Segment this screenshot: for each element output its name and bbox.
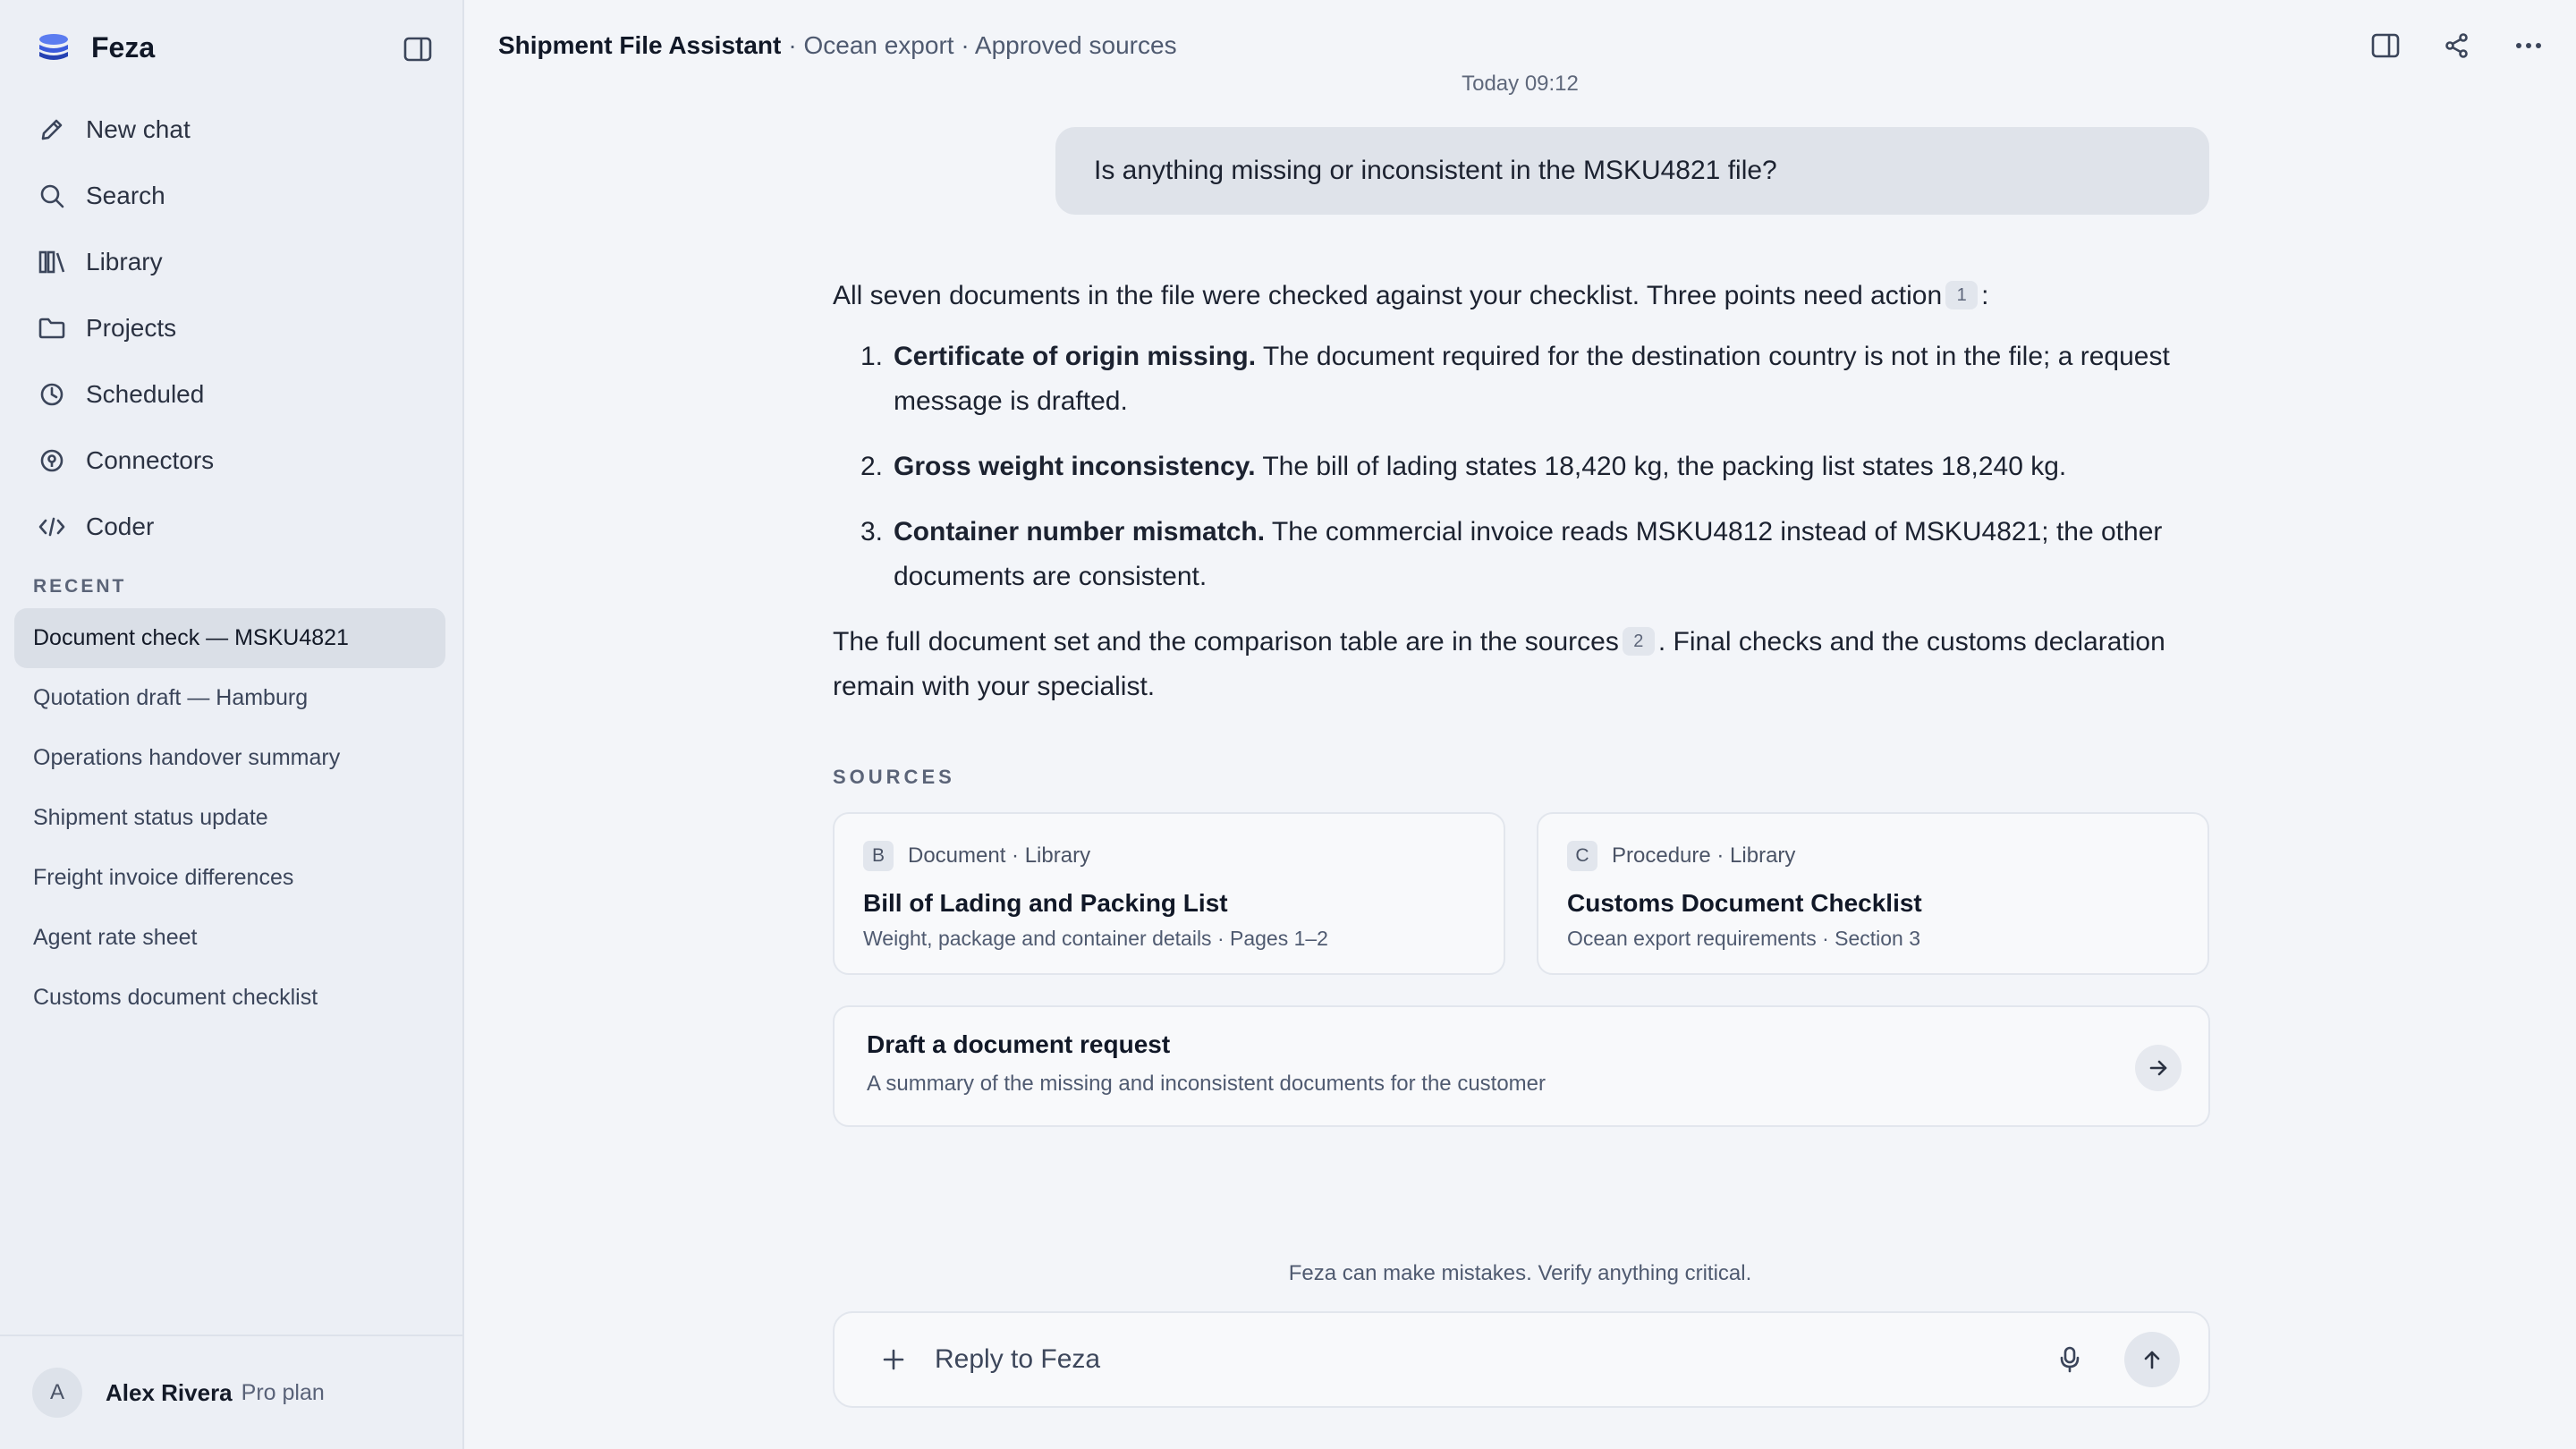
source-meta: B Document · Library (863, 841, 1475, 871)
citation-badge[interactable]: 2 (1622, 627, 1655, 656)
issue-title: Container number mismatch. (894, 517, 1266, 547)
list-number: 1. (860, 342, 883, 371)
message-timestamp: Today 09:12 (1462, 72, 1579, 96)
user-message: Is anything missing or inconsistent in t… (1055, 127, 2209, 215)
source-description: Weight, package and container details · … (863, 927, 1328, 950)
message-composer (833, 1311, 2210, 1408)
connector-icon (36, 445, 68, 477)
recent-item[interactable]: Document check — MSKU4821 (14, 608, 445, 668)
source-title: Bill of Lading and Packing List (863, 889, 1228, 917)
send-arrow-icon[interactable] (2124, 1332, 2180, 1387)
issues-list: 1. Certificate of origin missing. The do… (833, 335, 2210, 599)
microphone-icon[interactable] (2049, 1339, 2090, 1380)
answer-outro-text: The full document set and the comparison… (833, 627, 1619, 657)
source-card[interactable]: B Document · Library Bill of Lading and … (833, 812, 1505, 975)
nav-scheduled[interactable]: Scheduled (36, 361, 438, 428)
recent-item[interactable]: Agent rate sheet (14, 908, 445, 968)
folder-icon (36, 312, 68, 344)
pencil-icon (36, 114, 68, 146)
answer-intro-end: : (1981, 281, 1989, 310)
source-card[interactable]: C Procedure · Library Customs Document C… (1537, 812, 2209, 975)
recent-list: Document check — MSKU4821 Quotation draf… (14, 608, 445, 1028)
avatar: A (32, 1368, 82, 1418)
assistant-title: Shipment File Assistant (498, 31, 782, 59)
main-nav: New chat Search Library Projects Schedul… (36, 97, 438, 560)
brand-row: Feza (36, 27, 438, 68)
nav-library[interactable]: Library (36, 229, 438, 295)
list-item: 2. Gross weight inconsistency. The bill … (833, 445, 2210, 489)
search-icon (36, 180, 68, 212)
answer-intro: All seven documents in the file were che… (833, 274, 2210, 318)
arrow-right-icon[interactable] (2135, 1045, 2182, 1091)
chat-header: Shipment File Assistant · Ocean export ·… (498, 25, 1177, 66)
recent-item[interactable]: Freight invoice differences (14, 848, 445, 908)
recent-item[interactable]: Shipment status update (14, 788, 445, 848)
issue-title: Certificate of origin missing. (894, 342, 1257, 371)
code-icon (36, 511, 68, 543)
source-badge: B (863, 841, 894, 871)
citation-badge[interactable]: 1 (1945, 281, 1979, 309)
draft-request-card[interactable]: Draft a document request A summary of th… (833, 1005, 2210, 1127)
nav-connectors[interactable]: Connectors (36, 428, 438, 494)
nav-projects[interactable]: Projects (36, 295, 438, 361)
feza-logo-icon (36, 30, 72, 65)
assistant-subtitle: · Ocean export · Approved sources (788, 31, 1177, 59)
panel-toggle-icon[interactable] (2365, 25, 2406, 66)
issue-text: The bill of lading states 18,420 kg, the… (1255, 452, 2067, 481)
clock-icon (36, 378, 68, 411)
reply-input[interactable] (935, 1344, 2049, 1375)
brand-name: Feza (91, 30, 156, 64)
header-actions (2365, 25, 2549, 66)
nav-label: Coder (86, 513, 155, 540)
nav-new-chat[interactable]: New chat (36, 97, 438, 163)
source-title: Customs Document Checklist (1567, 889, 1922, 917)
assistant-answer: All seven documents in the file were che… (833, 274, 2210, 709)
more-options-icon[interactable] (2508, 25, 2549, 66)
nav-label: Connectors (86, 446, 215, 474)
nav-search[interactable]: Search (36, 163, 438, 229)
list-number: 2. (860, 452, 883, 481)
answer-outro: The full document set and the comparison… (833, 620, 2210, 709)
source-description: Ocean export requirements · Section 3 (1567, 927, 1921, 950)
action-title: Draft a document request (867, 1030, 1171, 1058)
library-icon (36, 246, 68, 278)
plus-icon[interactable] (872, 1338, 915, 1381)
disclaimer: Feza can make mistakes. Verify anything … (1288, 1261, 1752, 1285)
user-profile[interactable]: A Alex Rivera Pro plan (0, 1335, 462, 1449)
list-item: 3. Container number mismatch. The commer… (833, 510, 2210, 599)
source-type: Document · Library (908, 843, 1091, 868)
recent-item[interactable]: Operations handover summary (14, 728, 445, 788)
answer-intro-text: All seven documents in the file were che… (833, 281, 1943, 310)
list-item: 1. Certificate of origin missing. The do… (833, 335, 2210, 424)
source-meta: C Procedure · Library (1567, 841, 2179, 871)
nav-label: Scheduled (86, 380, 205, 408)
recent-item[interactable]: Customs document checklist (14, 968, 445, 1028)
nav-label: Search (86, 182, 165, 209)
nav-coder[interactable]: Coder (36, 494, 438, 560)
issue-title: Gross weight inconsistency. (894, 452, 1256, 481)
nav-label: Projects (86, 314, 177, 342)
recent-item[interactable]: Quotation draft — Hamburg (14, 668, 445, 728)
nav-label: New chat (86, 115, 191, 143)
sources-heading: SOURCES (833, 766, 955, 788)
action-description: A summary of the missing and inconsisten… (867, 1072, 1546, 1096)
source-badge: C (1567, 841, 1597, 871)
user-plan: Pro plan (241, 1379, 325, 1405)
share-icon[interactable] (2436, 25, 2478, 66)
list-number: 3. (860, 517, 883, 547)
chat-main: Shipment File Assistant · Ocean export ·… (464, 0, 2576, 1449)
sidebar: Feza New chat Search Library Projects Sc… (0, 0, 464, 1449)
user-name: Alex Rivera (106, 1378, 233, 1406)
recent-heading: RECENT (33, 576, 127, 597)
sidebar-toggle-icon[interactable] (397, 29, 438, 70)
nav-label: Library (86, 248, 163, 275)
source-type: Procedure · Library (1612, 843, 1796, 868)
